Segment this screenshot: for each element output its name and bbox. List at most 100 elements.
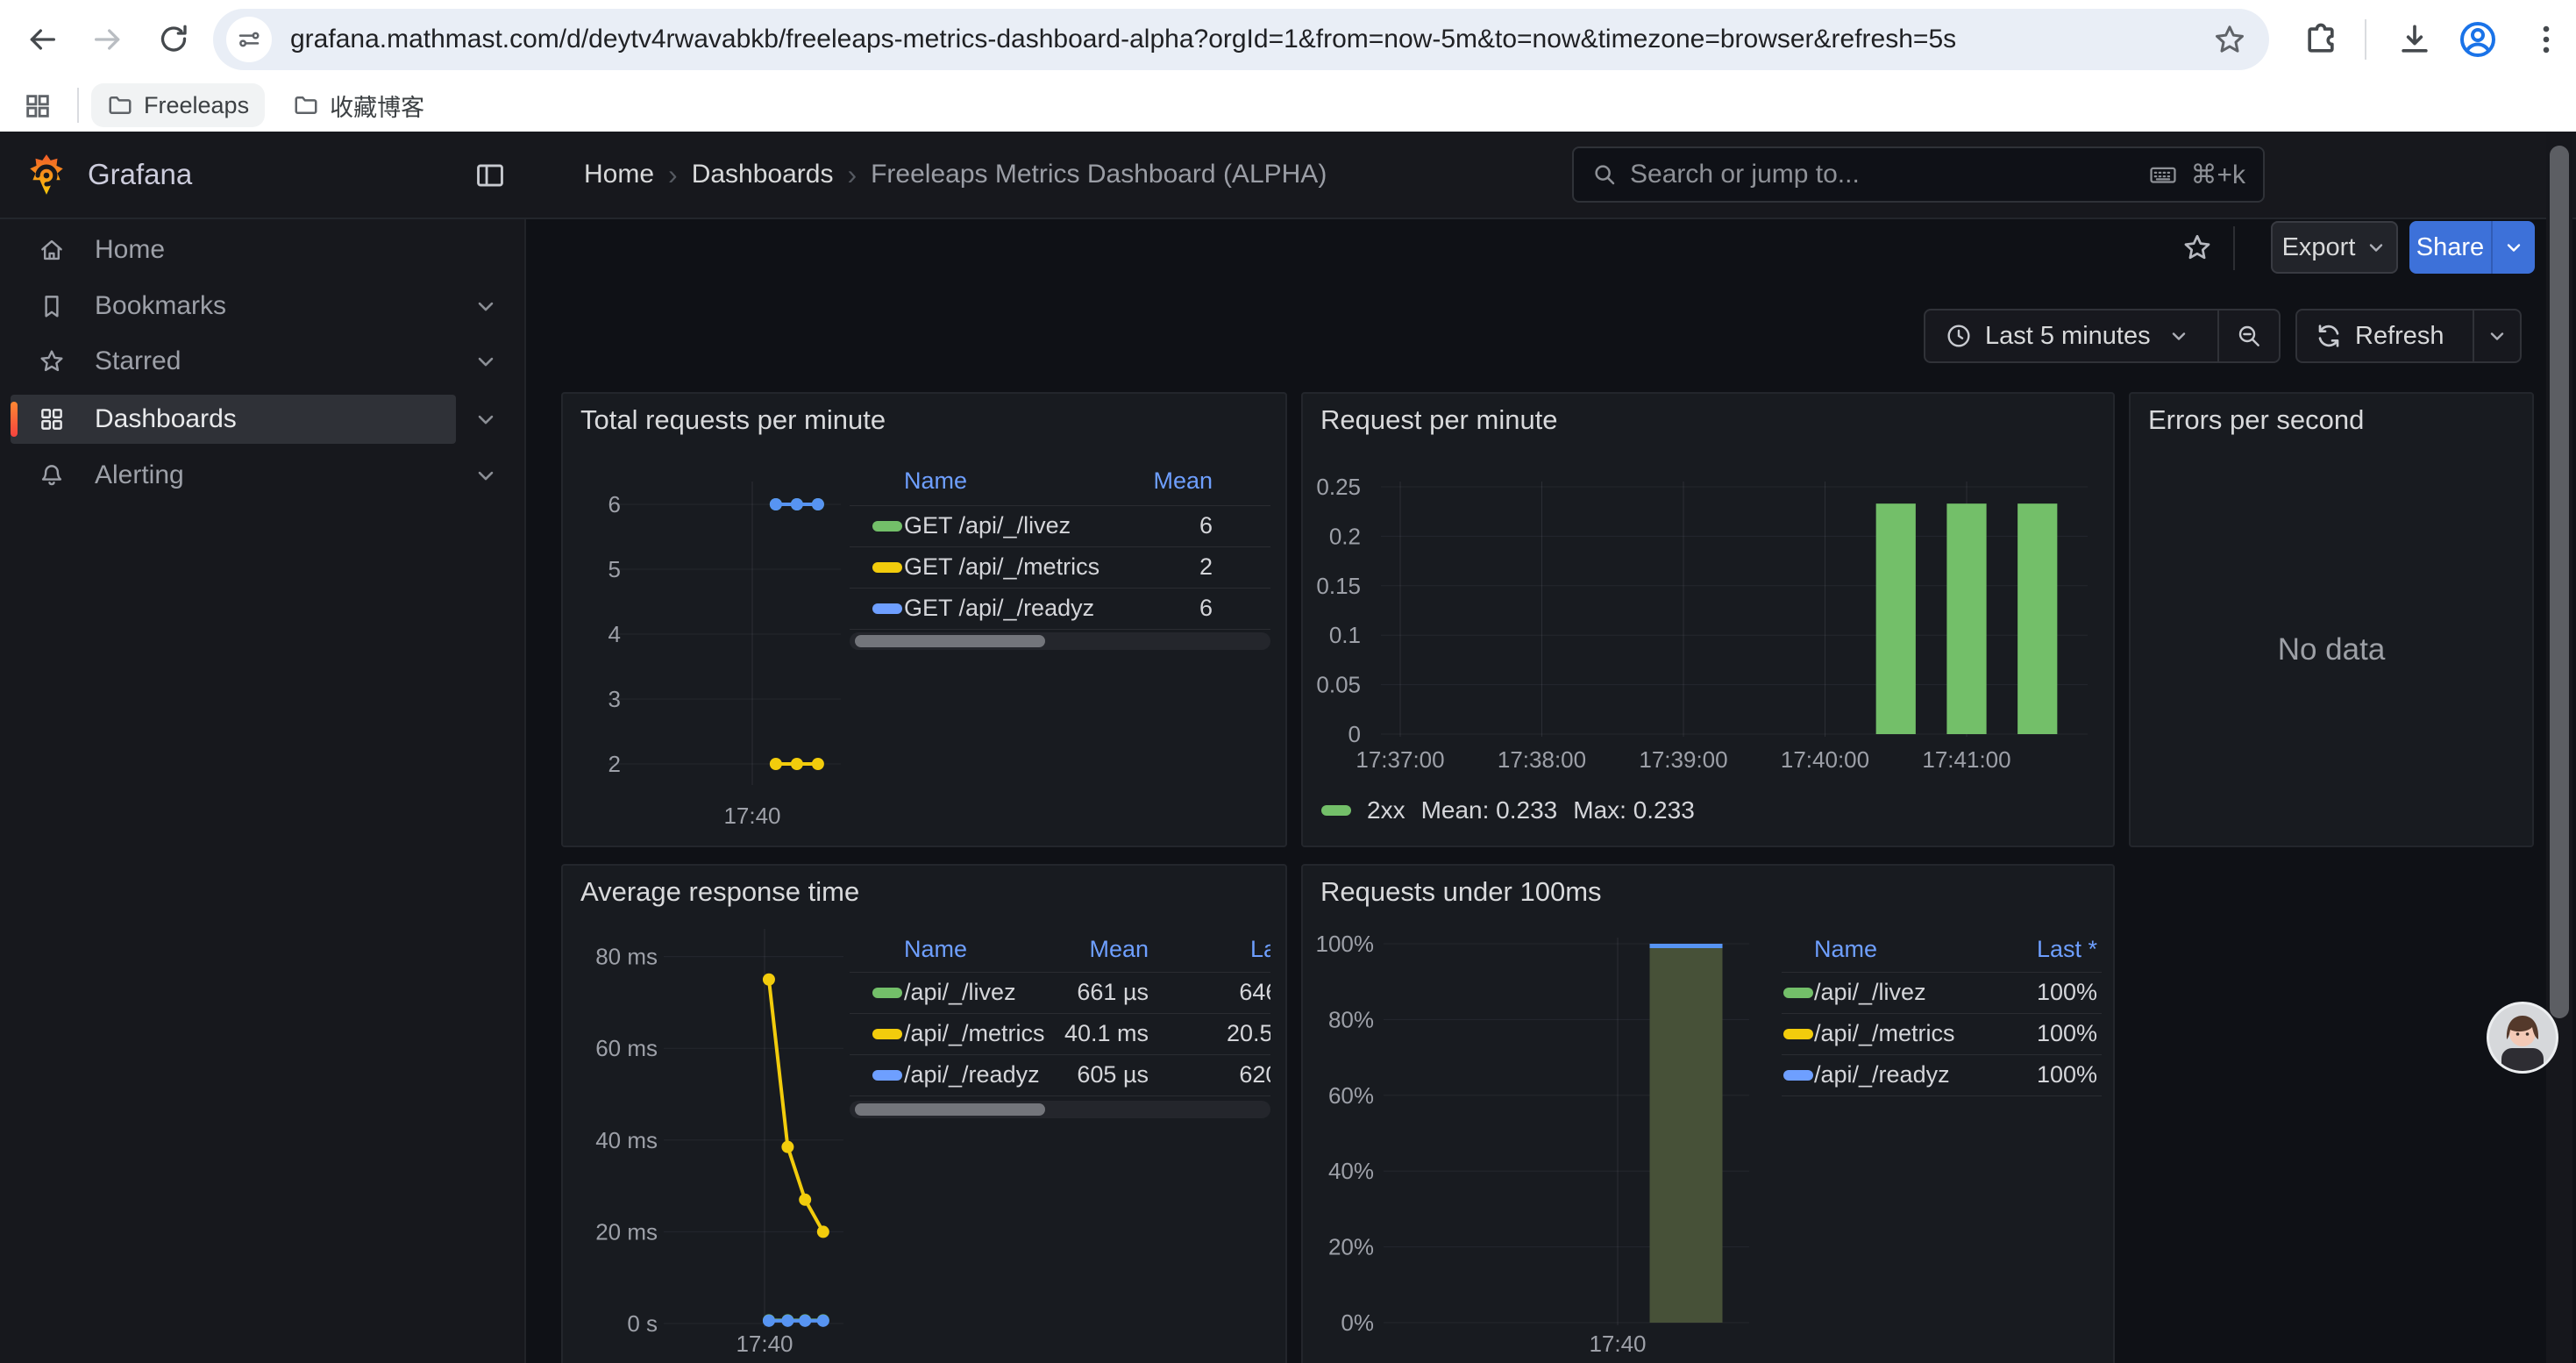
- bookmark-folder[interactable]: Freeleaps: [91, 83, 265, 127]
- no-data-label: No data: [2131, 632, 2532, 667]
- legend-row-separator: [850, 629, 1270, 630]
- time-range-picker[interactable]: Last 5 minutes: [1925, 322, 2217, 351]
- clock-icon: [1945, 322, 1973, 350]
- dock-menu-icon[interactable]: [473, 159, 507, 192]
- grafana-logo-icon[interactable]: [25, 153, 68, 196]
- y-tick-label: 0: [1348, 721, 1361, 747]
- forward-icon[interactable]: [90, 22, 125, 57]
- sidebar: Home Bookmarks Starred Dashboards Alerting: [0, 219, 526, 1363]
- x-tick-label: 17:37:00: [1356, 746, 1444, 773]
- panel-total-requests: Total requests per minute 6543217:40 Nam…: [561, 392, 1287, 847]
- sidebar-item-home[interactable]: Home: [11, 225, 456, 275]
- refresh-button[interactable]: Refresh: [2297, 322, 2473, 351]
- back-icon[interactable]: [25, 22, 60, 57]
- bookmarks-divider: [77, 88, 79, 123]
- y-tick-label: 80 ms: [595, 944, 658, 970]
- search-input[interactable]: Search or jump to... ⌘+k: [1572, 146, 2265, 203]
- y-tick-label: 2: [608, 751, 621, 777]
- series-point: [817, 1225, 829, 1238]
- legend-column-header[interactable]: Name: [904, 467, 967, 495]
- bookmark-folder-label: Freeleaps: [144, 92, 249, 119]
- chevron-down-icon[interactable]: [473, 349, 498, 374]
- y-tick-label: 0.1: [1329, 622, 1361, 648]
- bell-icon: [37, 460, 67, 490]
- search-icon: [1591, 161, 1618, 188]
- series-color-pill: [872, 988, 902, 998]
- series-color-pill: [872, 521, 902, 532]
- url-bar[interactable]: grafana.mathmast.com/d/deytv4rwavabkb/fr…: [213, 9, 2269, 70]
- sidebar-item-starred[interactable]: Starred: [11, 337, 456, 386]
- legend-column-header[interactable]: Last *: [1118, 936, 1270, 963]
- favorite-star-icon[interactable]: [2181, 232, 2213, 263]
- legend-table: NameMeanLast */api/_/livez661 µs646 µs/a…: [850, 866, 1270, 1363]
- series-point: [770, 758, 782, 770]
- bookmark-folder[interactable]: 收藏博客: [277, 83, 440, 127]
- bar: [2017, 503, 2057, 734]
- sidebar-item-alerting[interactable]: Alerting: [11, 451, 456, 500]
- y-tick-label: 80%: [1328, 1006, 1374, 1032]
- export-button[interactable]: Export: [2271, 221, 2398, 274]
- series-point: [817, 1315, 829, 1327]
- bar: [1876, 503, 1916, 734]
- legend-series-name[interactable]: 2xx: [1367, 796, 1405, 824]
- site-settings-icon[interactable]: [226, 17, 272, 62]
- series-point: [812, 498, 824, 510]
- chevron-down-icon[interactable]: [473, 463, 498, 488]
- share-button[interactable]: Share: [2409, 221, 2491, 274]
- legend-cell: 2: [1020, 553, 1213, 581]
- y-tick-label: 60%: [1328, 1082, 1374, 1109]
- assistant-avatar[interactable]: [2486, 1001, 2559, 1074]
- sidebar-item-bookmarks[interactable]: Bookmarks: [11, 282, 456, 331]
- series-color-pill: [1783, 1029, 1813, 1039]
- share-menu-button[interactable]: [2491, 221, 2535, 274]
- panel-title[interactable]: Errors per second: [2148, 404, 2364, 436]
- legend-scrollbar-thumb[interactable]: [855, 635, 1045, 647]
- series-color-pill: [1783, 1070, 1813, 1081]
- refresh-interval-button[interactable]: [2474, 325, 2520, 346]
- legend-scrollbar-thumb[interactable]: [855, 1103, 1045, 1116]
- downloads-icon[interactable]: [2395, 20, 2434, 59]
- chevron-down-icon[interactable]: [473, 407, 498, 432]
- chevron-down-icon[interactable]: [473, 294, 498, 318]
- bookmark-star-icon[interactable]: [2212, 22, 2247, 57]
- page-scrollbar-thumb[interactable]: [2550, 146, 2569, 1018]
- legend-cell: 620 µs: [1118, 1061, 1270, 1088]
- breadcrumb-home[interactable]: Home: [584, 160, 654, 189]
- sidebar-item-label: Starred: [95, 346, 181, 376]
- series-point: [770, 498, 782, 510]
- legend-inline[interactable]: 2xxMean: 0.233Max: 0.233: [1321, 796, 1695, 824]
- screen: grafana.mathmast.com/d/deytv4rwavabkb/fr…: [0, 0, 2576, 1363]
- zoom-out-icon: [2235, 322, 2263, 350]
- share-button-group: Share: [2409, 221, 2535, 274]
- zoom-out-button[interactable]: [2219, 322, 2279, 350]
- series-color-pill: [872, 562, 902, 573]
- browser-menu-icon[interactable]: [2527, 20, 2565, 59]
- breadcrumb-dashboards[interactable]: Dashboards: [692, 160, 834, 189]
- legend-column-header[interactable]: Last *: [1904, 936, 2097, 963]
- toolbar-divider: [2233, 226, 2235, 270]
- chevron-down-icon: [2503, 237, 2524, 258]
- legend-column-header[interactable]: Mean: [1020, 467, 1213, 495]
- y-tick-label: 20%: [1328, 1234, 1374, 1260]
- legend-column-header[interactable]: Name: [1814, 936, 1877, 963]
- panel-errors-per-second: Errors per second No data: [2129, 392, 2534, 847]
- series-point: [781, 1141, 793, 1153]
- extensions-icon[interactable]: [2302, 20, 2340, 59]
- breadcrumb: Home › Dashboards › Freeleaps Metrics Da…: [584, 132, 1327, 218]
- x-tick-label: 17:40: [736, 1331, 793, 1357]
- reload-icon[interactable]: [156, 22, 191, 57]
- sidebar-item-label: Bookmarks: [95, 291, 226, 321]
- y-tick-label: 0.25: [1316, 474, 1361, 500]
- bookmark-icon: [37, 291, 67, 321]
- apps-grid-icon[interactable]: [23, 91, 53, 121]
- y-tick-label: 3: [608, 686, 621, 712]
- sidebar-item-dashboards[interactable]: Dashboards: [11, 395, 456, 444]
- y-tick-label: 20 ms: [595, 1218, 658, 1245]
- y-tick-label: 6: [608, 491, 621, 517]
- panel-average-response-time: Average response time 80 ms60 ms40 ms20 …: [561, 864, 1287, 1363]
- profile-icon[interactable]: [2457, 18, 2499, 61]
- y-tick-label: 0.2: [1329, 523, 1361, 549]
- y-tick-label: 100%: [1316, 931, 1375, 957]
- url-text[interactable]: grafana.mathmast.com/d/deytv4rwavabkb/fr…: [290, 9, 1956, 70]
- legend-cell: 100%: [1904, 1061, 2097, 1088]
